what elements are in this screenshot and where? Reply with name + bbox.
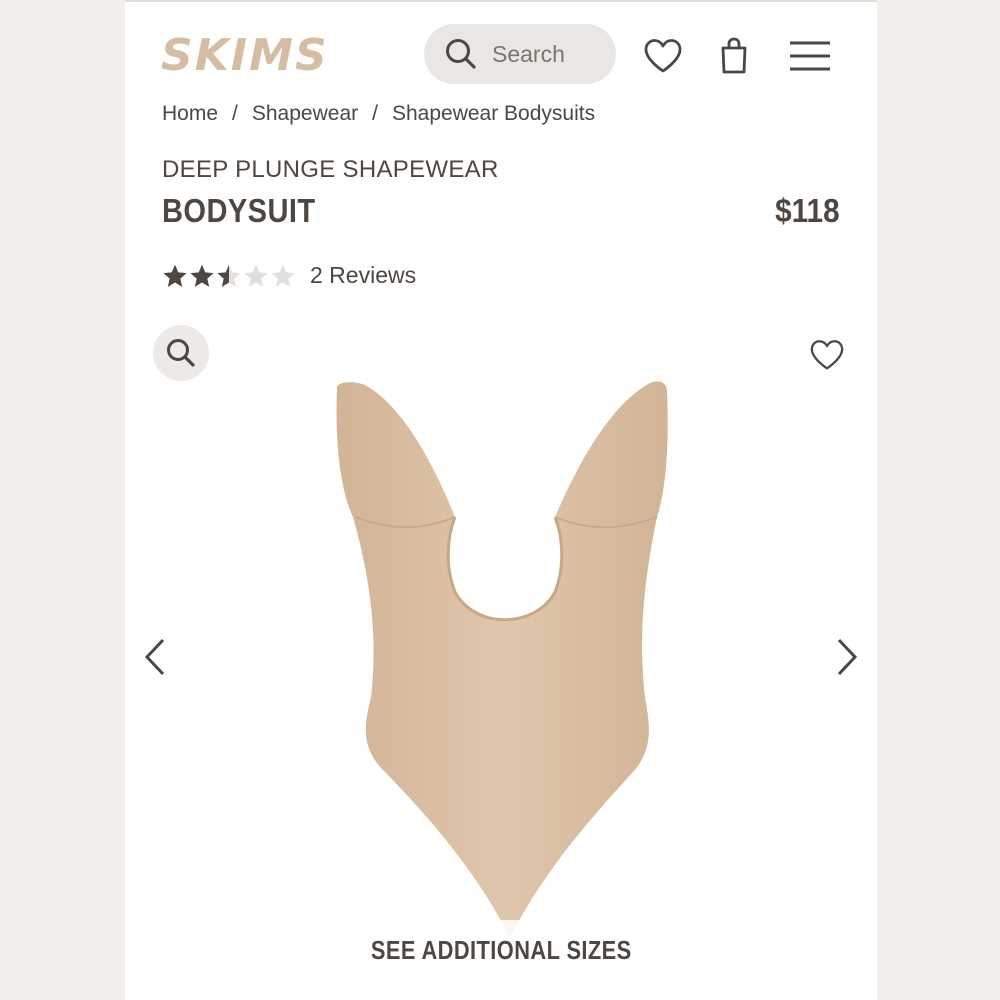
menu-button[interactable] — [788, 34, 832, 78]
star-icon — [190, 264, 214, 287]
breadcrumb-separator: / — [372, 102, 378, 125]
zoom-icon — [167, 339, 195, 367]
chevron-left-icon — [144, 638, 165, 676]
breadcrumb: Home / Shapewear / Shapewear Bodysuits — [162, 102, 595, 126]
product-rating[interactable]: 2 Reviews — [162, 262, 416, 289]
product-price: $118 — [775, 192, 840, 229]
search-bar[interactable]: Search — [424, 24, 616, 84]
breadcrumb-shapewear-bodysuits[interactable]: Shapewear Bodysuits — [392, 102, 595, 126]
add-to-wishlist-button[interactable] — [805, 335, 849, 375]
product-image — [336, 381, 668, 937]
star-icon — [244, 264, 268, 287]
breadcrumb-home[interactable]: Home — [162, 102, 218, 126]
chevron-right-icon — [837, 638, 858, 676]
see-additional-sizes-label[interactable]: SEE ADDITIONAL SIZES — [371, 935, 632, 966]
menu-icon — [790, 41, 830, 71]
search-placeholder: Search — [492, 40, 565, 67]
site-header: SKIMS Search — [125, 2, 877, 102]
star-icon — [163, 264, 187, 287]
svg-text:SKIMS: SKIMS — [161, 30, 329, 78]
wishlist-button[interactable] — [641, 34, 685, 78]
next-image-button[interactable] — [827, 632, 867, 682]
heart-icon — [810, 340, 844, 370]
heart-icon — [644, 39, 682, 73]
search-icon — [446, 39, 476, 69]
star-icon — [217, 264, 241, 287]
breadcrumb-separator: / — [232, 102, 238, 125]
star-icon — [271, 264, 295, 287]
product-subtitle: DEEP PLUNGE SHAPEWEAR — [162, 156, 499, 183]
rating-stars — [162, 263, 296, 289]
zoom-button[interactable] — [153, 325, 209, 381]
see-additional-sizes-bar[interactable]: SEE ADDITIONAL SIZES — [125, 920, 877, 980]
skims-logo[interactable]: SKIMS — [159, 30, 339, 78]
shopping-bag-icon — [721, 37, 747, 74]
previous-image-button[interactable] — [135, 632, 175, 682]
product-title: BODYSUIT — [162, 192, 316, 229]
product-page: SKIMS Search Home / Shapewear / Shapewea… — [125, 0, 877, 1000]
breadcrumb-shapewear[interactable]: Shapewear — [252, 102, 358, 126]
reviews-link[interactable]: 2 Reviews — [310, 262, 416, 289]
cart-button[interactable] — [712, 34, 756, 78]
